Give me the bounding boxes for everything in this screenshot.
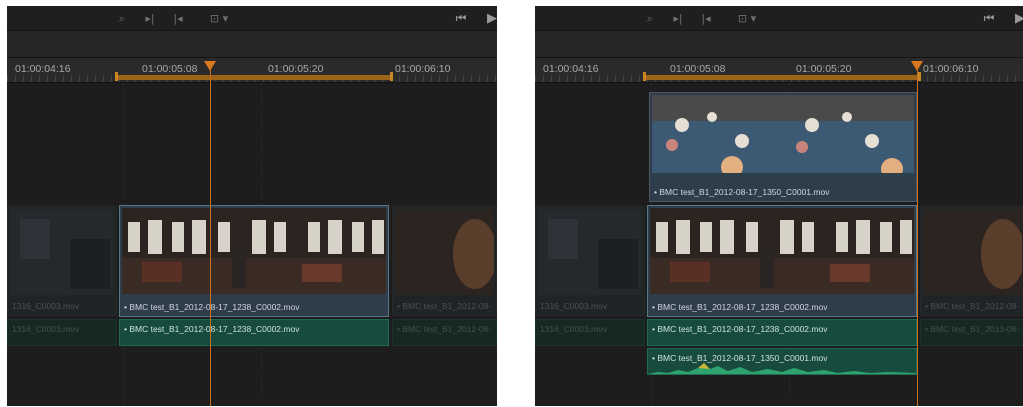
timecode-label: 01:00:05:08: [142, 63, 198, 75]
timecode-label: 01:00:04:16: [543, 63, 599, 75]
audio-clip-next[interactable]: • BMC test_B1_2013-08-: [920, 319, 1023, 346]
playhead-line: [917, 68, 918, 406]
frame-back-icon[interactable]: |◂: [699, 11, 713, 25]
viewer-transport-bar: ⌕ ▸| |◂ ⊡ ▾ ⏮ ▶: [7, 6, 497, 31]
timecode-label: 01:00:05:08: [670, 63, 726, 75]
audio-clip-selected[interactable]: • BMC test_B1_2012-08-17_1238_C0002.mov: [119, 319, 389, 346]
clip-name: • BMC test_B1_2012-08-17_1350_C0001.mov: [654, 187, 830, 197]
clip-name: • BMC test_B1_2012-08-: [397, 301, 492, 311]
timecode-label: 01:00:06:10: [395, 63, 451, 75]
skip-to-start-icon[interactable]: ⏮: [452, 10, 470, 26]
video-clip-inserted[interactable]: • BMC test_B1_2012-08-17_1350_C0001.mov: [649, 92, 917, 202]
audio-clip-next[interactable]: • BMC test_B1_2012-08-: [392, 319, 497, 346]
clip-thumbnail: [395, 209, 494, 295]
play-icon[interactable]: ▶: [1013, 10, 1023, 26]
clip-thumbnail: [650, 208, 914, 294]
timecode-label: 01:00:06:10: [923, 63, 979, 75]
clip-name: • BMC test_B1_2012-08-17_1238_C0002.mov: [652, 324, 828, 334]
video-clip-selected[interactable]: • BMC test_B1_2012-08-17_1238_C0002.mov: [647, 205, 917, 317]
timeline-panel-before: ⌕ ▸| |◂ ⊡ ▾ ⏮ ▶ ➤ [‖] ▭ ■ ■ ⟳ 01:00:04:1…: [7, 6, 497, 406]
audio-clip-previous[interactable]: 1316_C0003.mov: [7, 319, 117, 346]
clip-thumbnail: [10, 209, 114, 295]
clip-thumbnail: [538, 209, 642, 295]
audio-waveform: [648, 363, 916, 374]
in-out-range[interactable]: [643, 72, 921, 81]
audio-clip-previous[interactable]: 1316_C0003.mov: [535, 319, 645, 346]
audio-clip-selected[interactable]: • BMC test_B1_2012-08-17_1238_C0002.mov: [647, 319, 917, 346]
timeline-panel-after: ⌕ ▸| |◂ ⊡ ▾ ⏮ ▶ ➤ [‖] ▭ ■ ■ ⟳ 01:00:04:1…: [535, 6, 1023, 406]
playhead-line: [210, 68, 211, 406]
frame-back-icon[interactable]: |◂: [171, 11, 185, 25]
clip-name: • BMC test_B1_2012-08-: [397, 324, 492, 334]
timecode-label: 01:00:05:20: [796, 63, 852, 75]
clip-name: • BMC test_B1_2012-08-17_1238_C0002.mov: [652, 302, 828, 312]
zoom-icon[interactable]: ⌕: [643, 11, 657, 25]
timecode-label: 01:00:05:20: [268, 63, 324, 75]
clip-name: 1316_C0003.mov: [540, 301, 608, 311]
video-clip-previous[interactable]: 1316_C0003.mov: [7, 206, 117, 316]
clip-thumbnail: [923, 209, 1022, 295]
clip-thumbnail: [652, 95, 914, 181]
edit-toolbar: ➤ [‖] ▭ ■ ■ ⟳: [7, 31, 497, 77]
clip-view-icon[interactable]: ⊡ ▾: [733, 11, 761, 25]
frame-forward-icon[interactable]: ▸|: [143, 11, 157, 25]
clip-view-icon[interactable]: ⊡ ▾: [205, 11, 233, 25]
zoom-icon[interactable]: ⌕: [115, 11, 129, 25]
video-clip-next[interactable]: • BMC test_B1_2012-08-: [920, 206, 1023, 316]
edit-toolbar: ➤ [‖] ▭ ■ ■ ⟳: [535, 31, 1023, 77]
clip-name: 1316_C0003.mov: [12, 301, 80, 311]
timecode-label: 01:00:04:16: [15, 63, 71, 75]
skip-to-start-icon[interactable]: ⏮: [980, 10, 998, 26]
video-clip-selected[interactable]: • BMC test_B1_2012-08-17_1238_C0002.mov: [119, 205, 389, 317]
video-clip-previous[interactable]: 1316_C0003.mov: [535, 206, 645, 316]
video-clip-next[interactable]: • BMC test_B1_2012-08-: [392, 206, 497, 316]
clip-name: 1316_C0003.mov: [12, 324, 80, 334]
clip-name: • BMC test_B1_2012-08-17_1238_C0002.mov: [124, 302, 300, 312]
audio-clip-inserted[interactable]: • BMC test_B1_2012-08-17_1350_C0001.mov: [647, 348, 917, 375]
in-out-range[interactable]: [115, 72, 393, 81]
clip-name: • BMC test_B1_2012-08-: [925, 301, 1020, 311]
clip-name: • BMC test_B1_2013-08-: [925, 324, 1020, 334]
clip-thumbnail: [122, 208, 386, 294]
play-icon[interactable]: ▶: [485, 10, 497, 26]
clip-name: • BMC test_B1_2012-08-17_1238_C0002.mov: [124, 324, 300, 334]
clip-name: 1316_C0003.mov: [540, 324, 608, 334]
frame-forward-icon[interactable]: ▸|: [671, 11, 685, 25]
viewer-transport-bar: ⌕ ▸| |◂ ⊡ ▾ ⏮ ▶: [535, 6, 1023, 31]
